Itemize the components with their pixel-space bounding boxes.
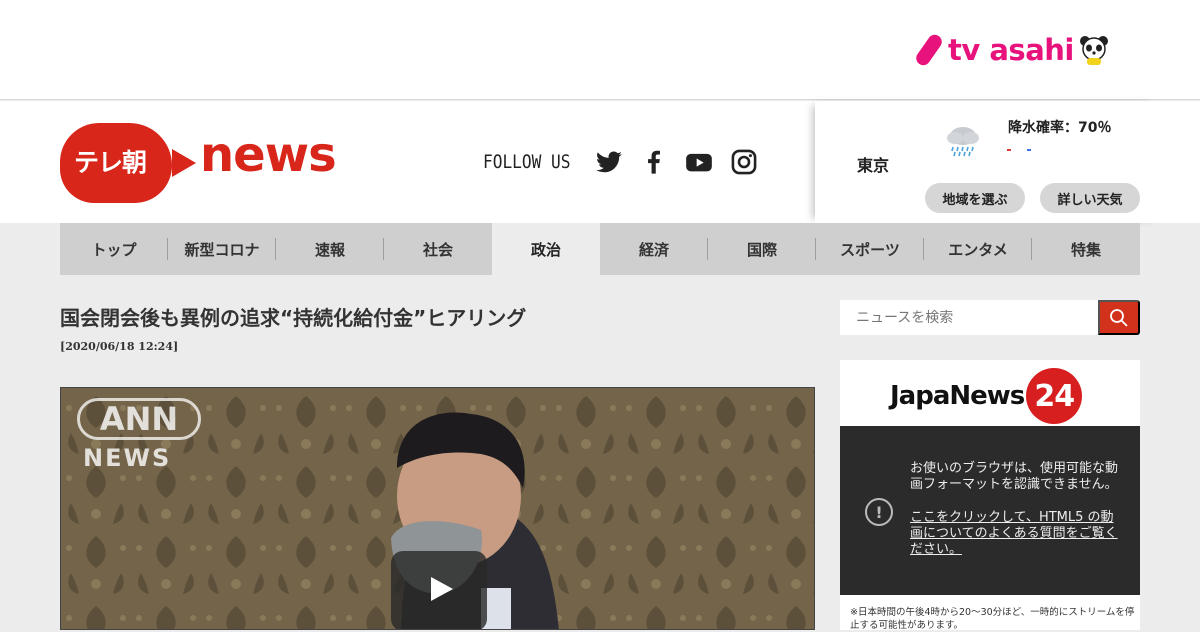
unsupported-format-message: お使いのブラウザは、使用可能な動画フォーマットを認識できません。 xyxy=(910,461,1119,492)
nav-item-top[interactable]: トップ xyxy=(60,223,168,275)
search-icon xyxy=(1110,308,1128,327)
japanews24-logo[interactable]: JapaNews 24 xyxy=(890,368,1083,424)
tv-asahi-logo[interactable]: tv asahi xyxy=(913,30,1110,70)
article-title: 国会閉会後も異例の追求“持続化給付金”ヒアリング xyxy=(60,306,527,330)
site-header: テレ朝 news FOLLOW US 東京 降水確率：70％ 地域を選ぶ 詳しい… xyxy=(0,101,1200,223)
search-input[interactable] xyxy=(840,300,1098,335)
tv-asahi-wordmark: tv asahi xyxy=(948,33,1074,67)
weather-city: 東京 xyxy=(857,156,890,175)
ann-news-watermark: ANN NEWS xyxy=(77,398,201,472)
japanews-video-player[interactable]: ! お使いのブラウザは、使用可能な動画フォーマットを認識できません。 ここをクリ… xyxy=(840,426,1140,595)
detail-weather-button[interactable]: 詳しい天気 xyxy=(1040,183,1140,213)
logo-play-triangle xyxy=(172,149,196,177)
rain-probability: 降水確率：70％ xyxy=(1008,120,1112,136)
tv-asahi-news-logo[interactable]: テレ朝 news xyxy=(60,121,337,205)
panda-mascot-icon xyxy=(1079,36,1108,65)
nav-item-breaking[interactable]: 速報 xyxy=(276,223,384,275)
tv-asahi-slash-mark xyxy=(913,32,945,68)
youtube-icon[interactable] xyxy=(685,148,713,176)
news-watermark-text: NEWS xyxy=(83,444,172,472)
nav-item-sports[interactable]: スポーツ xyxy=(816,223,924,275)
instagram-icon[interactable] xyxy=(730,148,758,176)
logo-blob-text: テレ朝 xyxy=(74,148,147,177)
nav-item-economy[interactable]: 経済 xyxy=(600,223,708,275)
logo-news-text: news xyxy=(200,127,337,183)
temperature-marks xyxy=(1007,149,1031,151)
nav-item-politics[interactable]: 政治 xyxy=(492,223,600,275)
follow-us-label: FOLLOW US xyxy=(483,151,571,173)
top-band: tv asahi xyxy=(0,0,1200,100)
nav-item-society[interactable]: 社会 xyxy=(384,223,492,275)
news-search xyxy=(840,300,1140,335)
nav-item-features[interactable]: 特集 xyxy=(1032,223,1140,275)
logo-blob: テレ朝 xyxy=(60,123,172,203)
japanews24-widget: JapaNews 24 ! お使いのブラウザは、使用可能な動画フォーマットを認識… xyxy=(840,360,1140,631)
japanews-logo-badge: 24 xyxy=(1026,368,1083,424)
japanews-logo-text: JapaNews xyxy=(890,381,1025,411)
article-date: [2020/06/18 12:24] xyxy=(60,340,179,353)
play-button[interactable] xyxy=(391,551,487,629)
nav-item-entertainment[interactable]: エンタメ xyxy=(924,223,1032,275)
article-video-player[interactable]: ANN NEWS xyxy=(60,387,815,630)
rain-cloud-icon xyxy=(947,127,979,157)
select-region-button[interactable]: 地域を選ぶ xyxy=(925,183,1025,213)
nav-item-covid[interactable]: 新型コロナ xyxy=(168,223,276,275)
html5-faq-link[interactable]: ここをクリックして、HTML5 の動画についてのよくある質問をご覧ください。 xyxy=(910,510,1124,558)
facebook-icon[interactable] xyxy=(640,148,668,176)
twitter-icon[interactable] xyxy=(595,148,623,176)
ann-watermark-text: ANN xyxy=(77,398,201,440)
stream-notice: ※日本時間の午後4時から20～30分ほど、一時的にストリームを停止する可能性があ… xyxy=(850,607,1135,631)
weather-widget: 東京 降水確率：70％ 地域を選ぶ 詳しい天気 xyxy=(815,101,1160,223)
nav-item-international[interactable]: 国際 xyxy=(708,223,816,275)
alert-icon: ! xyxy=(865,498,893,526)
category-nav: トップ 新型コロナ 速報 社会 政治 経済 国際 スポーツ エンタメ 特集 xyxy=(60,223,1140,275)
search-button[interactable] xyxy=(1098,300,1140,335)
